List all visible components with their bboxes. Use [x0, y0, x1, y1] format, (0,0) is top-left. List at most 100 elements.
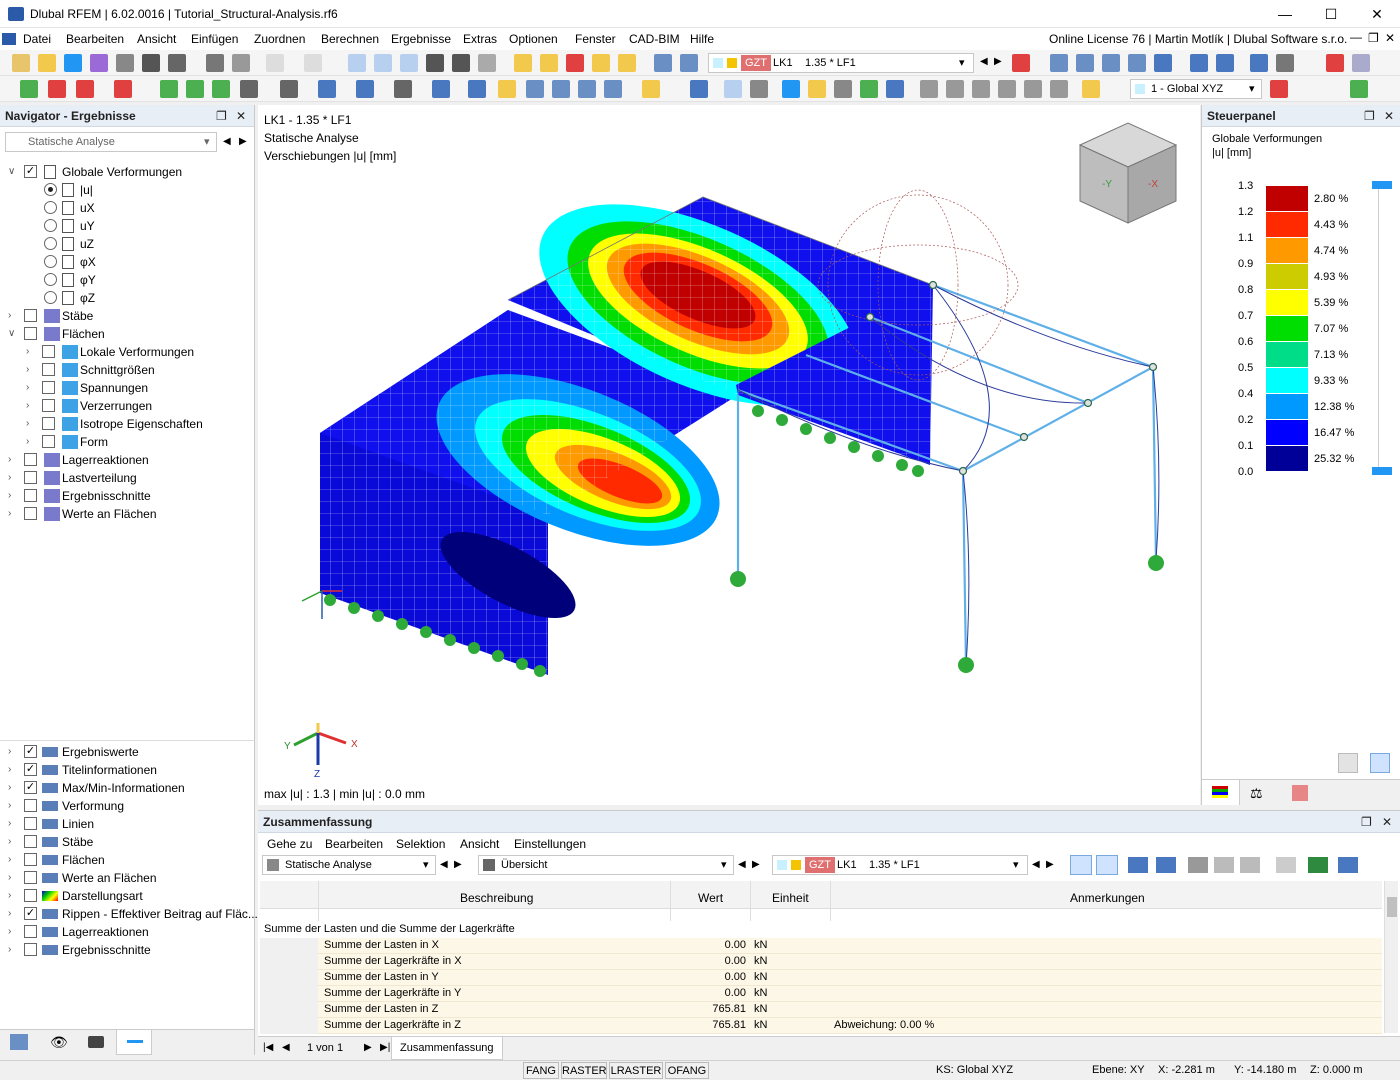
view-iso-icon[interactable] — [998, 80, 1016, 98]
snap-toggle[interactable]: FANG — [523, 1062, 559, 1079]
checkbox[interactable] — [24, 925, 37, 938]
expand-right-icon[interactable]: › — [8, 451, 18, 469]
menu-einfuegen[interactable]: Einfügen — [191, 32, 238, 46]
expand-right-icon[interactable]: › — [8, 815, 18, 833]
next-arrow-icon[interactable]: ▶ — [994, 56, 1002, 67]
checkbox[interactable] — [24, 453, 37, 466]
render-1-icon[interactable] — [724, 80, 742, 98]
move-icon[interactable] — [318, 80, 336, 98]
result-values-icon[interactable] — [1128, 857, 1148, 873]
model-viewport[interactable]: LK1 - 1.35 * LF1 Statische Analyse Versc… — [258, 105, 1200, 805]
nav-item[interactable]: › Isotrope Eigenschaften — [0, 415, 254, 433]
copy-icon[interactable] — [394, 80, 412, 98]
expand-right-icon[interactable]: › — [8, 869, 18, 887]
table-scrollbar[interactable] — [1384, 881, 1398, 1033]
open-file-icon[interactable] — [38, 54, 56, 72]
nav-item[interactable]: › Spannungen — [0, 379, 254, 397]
save-icon[interactable] — [142, 54, 160, 72]
summary-menu-edit[interactable]: Bearbeiten — [325, 837, 383, 851]
console-icon[interactable] — [426, 54, 444, 72]
scrollbar-thumb[interactable] — [1387, 897, 1397, 917]
osnap-toggle[interactable]: OFANG — [665, 1062, 709, 1079]
radio-button[interactable] — [44, 201, 57, 214]
menu-optionen[interactable]: Optionen — [509, 32, 558, 46]
checkbox[interactable] — [42, 417, 55, 430]
display-icon[interactable] — [1154, 54, 1172, 72]
nav-item[interactable]: ∨ Flächen — [0, 325, 254, 343]
close-icon[interactable]: ✕ — [1382, 811, 1392, 833]
table-rows-icon[interactable] — [1214, 857, 1234, 873]
next-arrow-icon[interactable]: ▶ — [752, 859, 760, 870]
expand-right-icon[interactable]: › — [8, 307, 18, 325]
nav-item[interactable]: uZ — [0, 235, 254, 253]
calc-options-icon[interactable] — [618, 54, 636, 72]
balance-icon[interactable]: ⚖ — [1250, 785, 1263, 802]
checkbox[interactable]: ✓ — [24, 907, 37, 920]
calc-icon[interactable] — [514, 54, 532, 72]
summary-menu-view[interactable]: Ansicht — [460, 837, 499, 851]
expand-right-icon[interactable]: › — [8, 833, 18, 851]
expand-right-icon[interactable]: › — [26, 379, 36, 397]
tab-data-icon[interactable] — [10, 1034, 28, 1050]
pin-icon[interactable]: ❐ — [216, 105, 227, 127]
polyline-icon[interactable] — [76, 80, 94, 98]
close-icon[interactable]: ✕ — [1384, 105, 1394, 127]
display-option-item[interactable]: › Darstellungsart — [0, 887, 254, 905]
checkbox[interactable] — [24, 817, 37, 830]
summary-view-select[interactable]: Übersicht ▾ — [478, 855, 734, 875]
column-divider[interactable] — [670, 881, 671, 921]
panel-settings-icon[interactable] — [1338, 753, 1358, 773]
print-icon[interactable] — [168, 54, 186, 72]
nav-item[interactable]: › Werte an Flächen — [0, 505, 254, 523]
display-option-item[interactable]: › ✓ Rippen - Effektiver Beitrag auf Fläc..… — [0, 905, 258, 923]
expand-down-icon[interactable]: ∨ — [8, 325, 18, 343]
nav-item[interactable]: ∨ ✓ Globale Verformungen — [0, 163, 254, 181]
prev-arrow-icon[interactable]: ◀ — [440, 859, 448, 870]
prev-arrow-icon[interactable]: ◀ — [223, 136, 231, 147]
checkbox[interactable] — [24, 835, 37, 848]
menu-cad-bim[interactable]: CAD-BIM — [629, 32, 680, 46]
table-row[interactable]: Summe der Lagerkräfte in X 0.00 kN — [260, 954, 1382, 970]
view-side-icon[interactable] — [946, 80, 964, 98]
coord-edit-icon[interactable] — [1270, 80, 1288, 98]
first-page-icon[interactable]: |◀ — [263, 1042, 273, 1053]
checkbox[interactable] — [42, 435, 55, 448]
radio-button[interactable] — [44, 255, 57, 268]
tab-legend[interactable] — [1202, 780, 1240, 805]
filter-settings-icon[interactable] — [1292, 785, 1308, 801]
pin-icon[interactable]: ❐ — [1364, 105, 1375, 127]
section-line-icon[interactable] — [886, 80, 904, 98]
cube-icon[interactable] — [1352, 54, 1370, 72]
hinge-icon[interactable] — [1076, 54, 1094, 72]
next-arrow-icon[interactable]: ▶ — [1046, 859, 1054, 870]
mirror-icon[interactable] — [432, 80, 450, 98]
display-option-item[interactable]: › ✓ Max/Min-Informationen — [0, 779, 254, 797]
menu-zuordnen[interactable]: Zuordnen — [254, 32, 305, 46]
display-option-item[interactable]: › ✓ Ergebniswerte — [0, 743, 254, 761]
xxx-icon[interactable] — [1156, 857, 1176, 873]
legend-slider-bottom-handle[interactable] — [1372, 467, 1392, 475]
render-2-icon[interactable] — [750, 80, 768, 98]
summary-analysis-select[interactable]: Statische Analyse ▾ — [262, 855, 436, 875]
menu-app-icon[interactable] — [2, 33, 16, 45]
display-option-item[interactable]: › ✓ Titelinformationen — [0, 761, 254, 779]
expand-right-icon[interactable]: › — [26, 397, 36, 415]
section-icon[interactable] — [1276, 54, 1294, 72]
radio-button[interactable] — [44, 219, 57, 232]
script-icon[interactable] — [452, 54, 470, 72]
color-scale-icon[interactable] — [1082, 80, 1100, 98]
view-front-icon[interactable] — [920, 80, 938, 98]
column-divider[interactable] — [318, 881, 319, 921]
table-icon[interactable] — [478, 54, 496, 72]
table-row[interactable]: Summe der Lasten in Z 765.81 kN — [260, 1002, 1382, 1018]
nav-item[interactable]: φZ — [0, 289, 254, 307]
summary-load-select[interactable]: GZT LK1 1.35 * LF1 ▾ — [772, 855, 1028, 875]
color-surface-icon[interactable] — [808, 80, 826, 98]
checkbox[interactable] — [42, 345, 55, 358]
solid-view-icon[interactable] — [834, 80, 852, 98]
display-option-item[interactable]: › Verformung — [0, 797, 254, 815]
table-row[interactable]: Summe der Lagerkräfte in Y 0.00 kN — [260, 986, 1382, 1002]
nav-item[interactable]: uX — [0, 199, 254, 217]
last-page-icon[interactable]: ▶| — [380, 1042, 390, 1053]
checkbox[interactable] — [24, 309, 37, 322]
